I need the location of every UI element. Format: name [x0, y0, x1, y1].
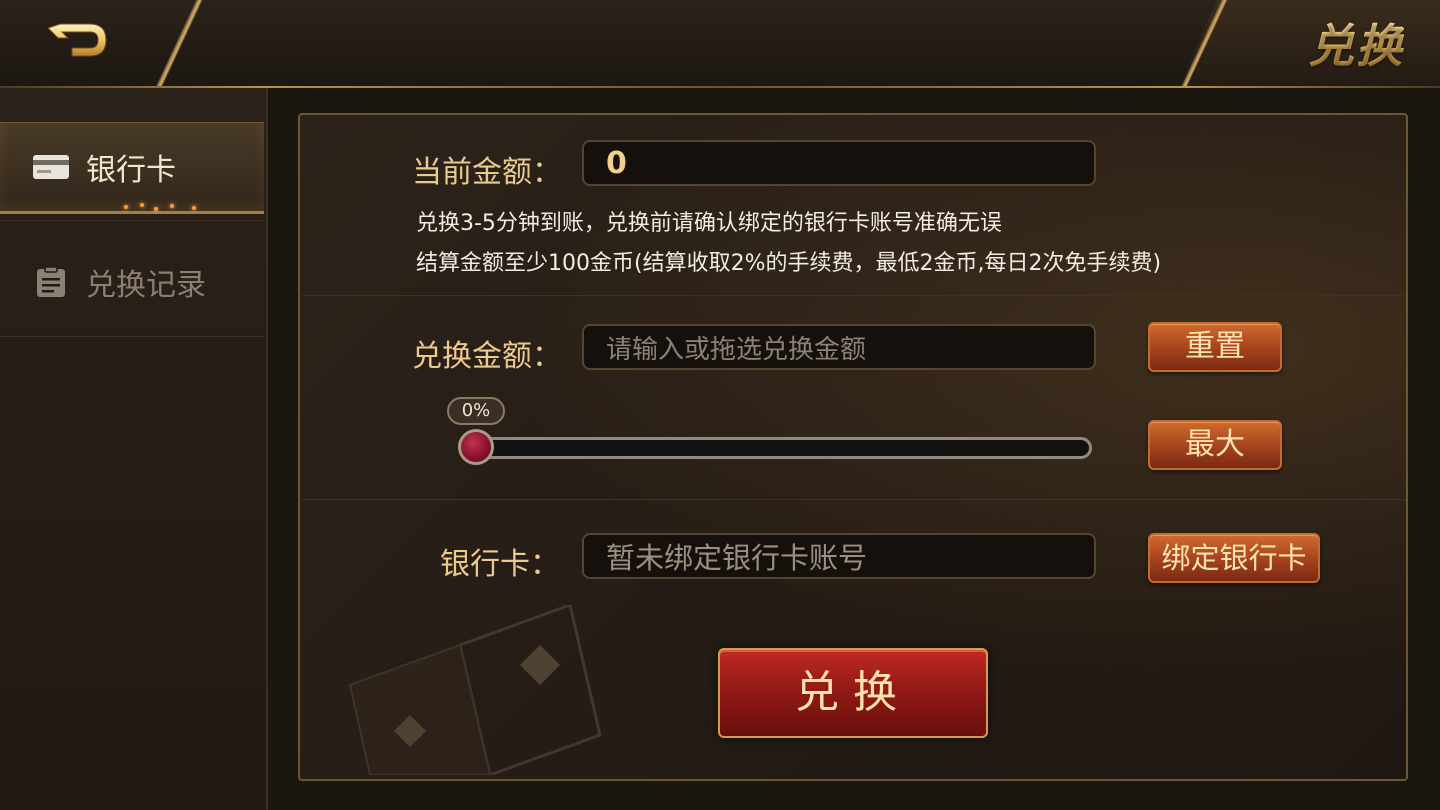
header-decoration-left — [140, 0, 220, 88]
back-arrow-icon — [47, 23, 107, 57]
playing-cards-decoration — [348, 605, 602, 775]
max-button[interactable]: 最大 — [1148, 420, 1282, 470]
active-sparkle-decoration — [110, 201, 220, 213]
clipboard-icon — [37, 267, 65, 297]
sidebar-item-label: 兑换记录 — [86, 268, 206, 303]
back-button[interactable] — [40, 14, 120, 64]
sidebar-divider — [0, 336, 264, 337]
slider-percent-badge: 0% — [447, 397, 505, 425]
sidebar-item-label: 银行卡 — [86, 153, 176, 188]
sidebar-divider — [0, 220, 264, 221]
row-divider — [302, 295, 1406, 296]
exchange-submit-button[interactable]: 兑换 — [718, 648, 988, 738]
bank-card-label: 银行卡： — [440, 547, 560, 582]
info-line-arrival: 兑换3-5分钟到账，兑换前请确认绑定的银行卡账号准确无误 — [416, 211, 1002, 236]
bind-bank-card-button[interactable]: 绑定银行卡 — [1148, 533, 1320, 583]
amount-slider-track[interactable] — [460, 437, 1092, 459]
header-decoration-right — [1170, 0, 1240, 88]
exchange-panel: 当前金额： 0 兑换3-5分钟到账，兑换前请确认绑定的银行卡账号准确无误 结算金… — [298, 113, 1408, 781]
reset-button[interactable]: 重置 — [1148, 322, 1282, 372]
row-divider — [302, 499, 1406, 500]
exchange-amount-label: 兑换金额： — [412, 339, 562, 374]
exchange-amount-input[interactable]: 请输入或拖选兑换金额 — [582, 324, 1096, 370]
top-bar: 兑换 — [0, 0, 1440, 88]
info-line-fee: 结算金额至少100金币(结算收取2%的手续费，最低2金币,每日2次免手续费) — [416, 251, 1162, 276]
current-amount-label: 当前金额： — [412, 155, 562, 190]
page-title: 兑换 — [1308, 10, 1404, 76]
sidebar-item-exchange-records[interactable]: 兑换记录 — [0, 238, 264, 326]
current-amount-display: 0 — [582, 140, 1096, 186]
bank-card-display: 暂未绑定银行卡账号 — [582, 533, 1096, 579]
bank-card-icon — [33, 155, 69, 179]
amount-slider-thumb[interactable] — [458, 429, 494, 465]
sidebar: 银行卡 兑换记录 — [0, 88, 268, 810]
sidebar-item-bank-card[interactable]: 银行卡 — [0, 122, 264, 214]
